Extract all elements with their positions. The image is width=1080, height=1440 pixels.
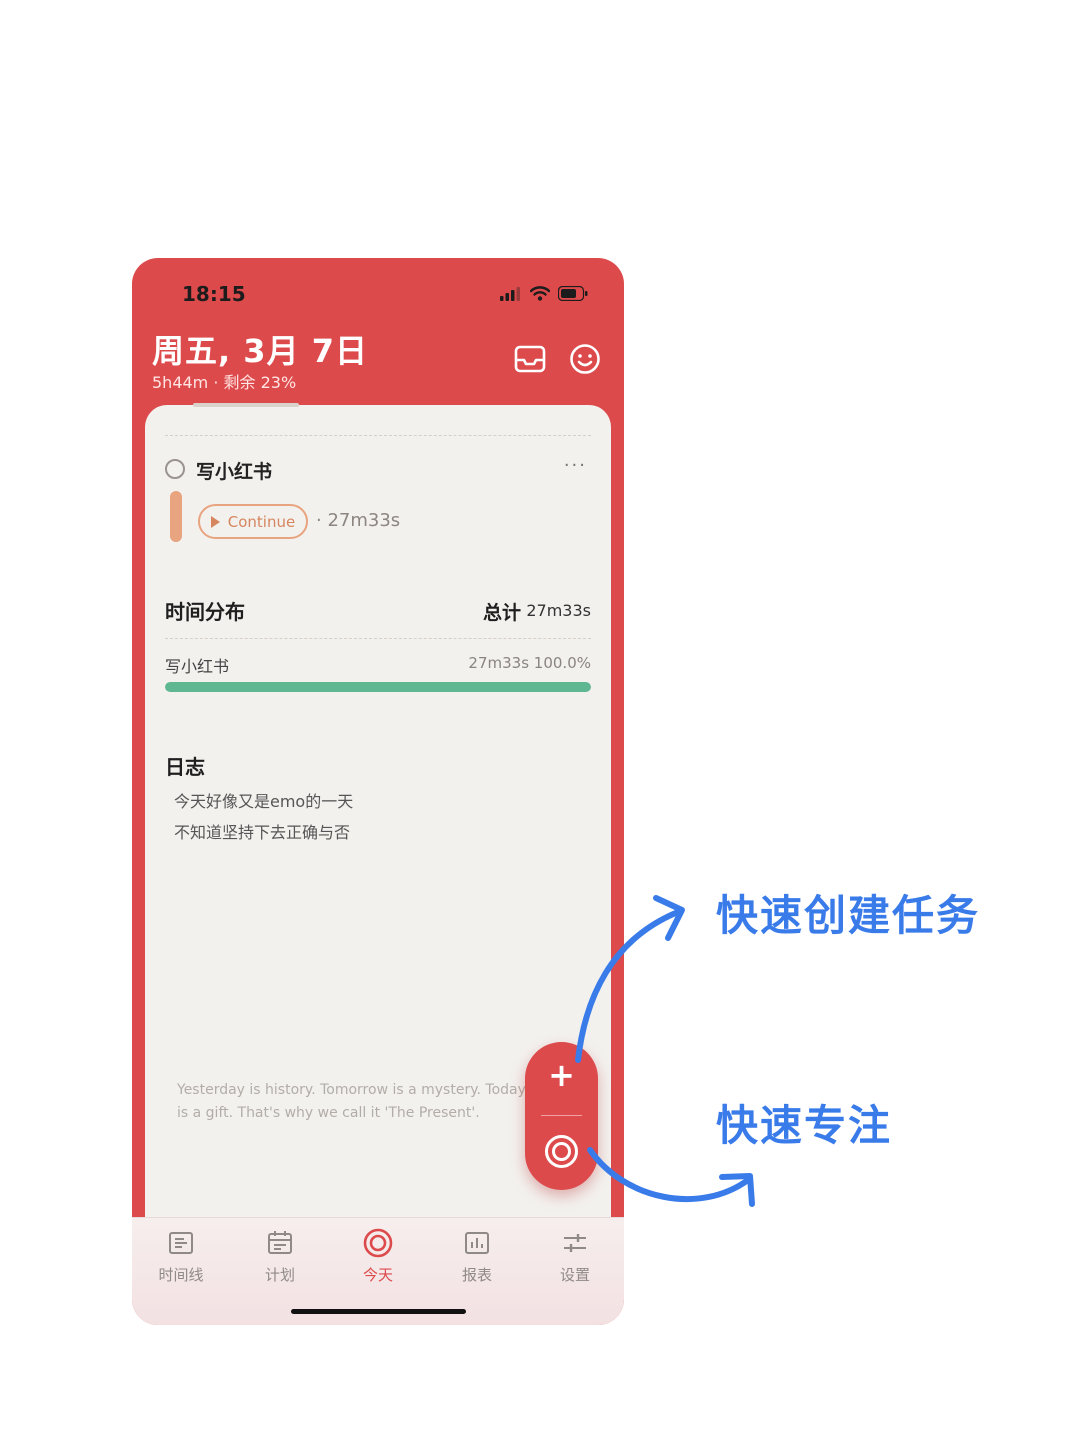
annotation-arrows xyxy=(575,895,755,1207)
annotation-quick-focus: 快速专注 xyxy=(716,1101,893,1150)
arrow-to-quick-create xyxy=(575,909,681,1063)
annotation-quick-create: 快速创建任务 xyxy=(716,891,981,940)
